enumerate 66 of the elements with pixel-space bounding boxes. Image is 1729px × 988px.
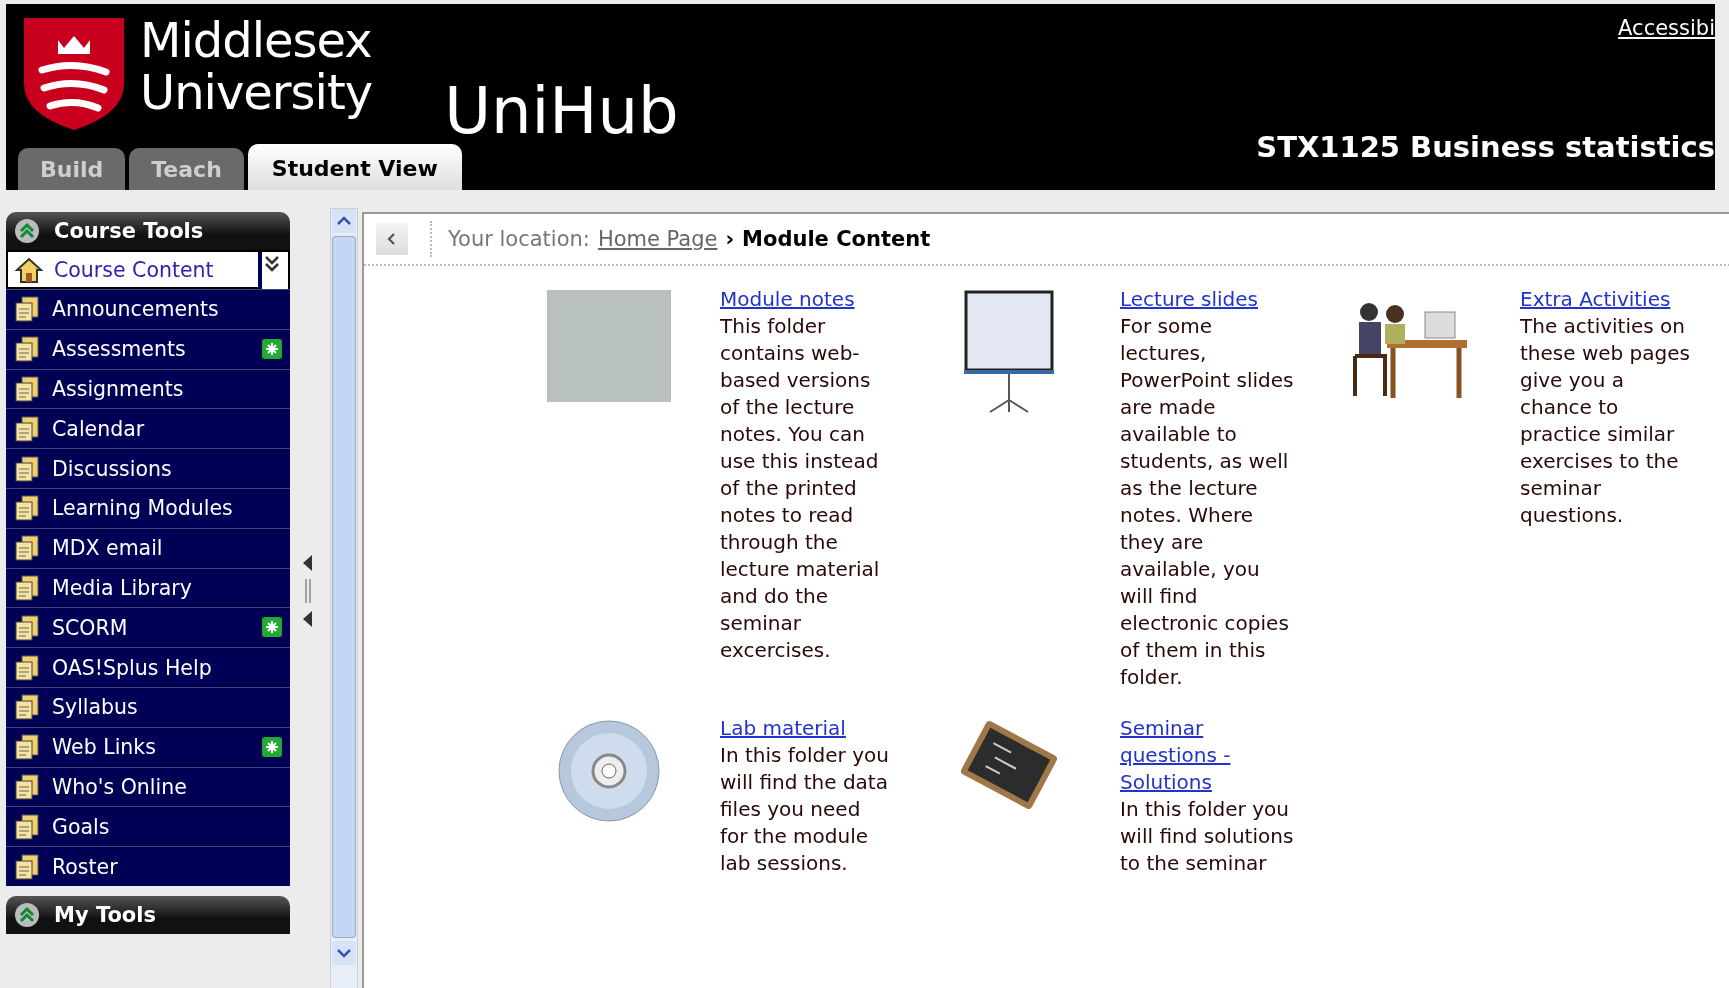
folder-description: This folder contains web-based versions of the lecture notes. You can use this instead of the printed notes to read through the lecture material and do the seminar excercises.	[720, 313, 881, 664]
scrollbar[interactable]	[330, 208, 358, 988]
folder-description: In this folder you will find solutions to the seminar	[1120, 796, 1294, 877]
panel-title: Course Tools	[54, 219, 204, 243]
folder-link[interactable]: Extra Activities	[1520, 286, 1694, 313]
menu-item[interactable]: Goals	[6, 806, 290, 847]
document-icon	[12, 454, 42, 483]
scroll-up-icon[interactable]	[332, 209, 356, 233]
document-icon	[12, 335, 42, 364]
product-name: UniHub	[444, 76, 679, 146]
menu-item[interactable]: OAS!Splus Help	[6, 647, 290, 687]
folder-description: In this folder you will find the data files you need for the module lab sessions.	[720, 742, 890, 877]
document-icon	[12, 693, 42, 722]
menu-item[interactable]: Discussions	[6, 448, 290, 488]
menu-item[interactable]: SCORM	[6, 607, 290, 648]
collapse-icon	[14, 218, 40, 244]
document-icon	[12, 852, 42, 881]
scroll-down-icon[interactable]	[332, 941, 356, 965]
menu-item[interactable]: Assignments	[6, 368, 290, 409]
menu-item[interactable]: Assessments	[6, 328, 290, 369]
menu-item[interactable]: Web Links	[6, 726, 290, 767]
back-button[interactable]	[376, 223, 408, 255]
folder-description: For some lectures, PowerPoint slides are made available to students, as well as the lecture notes. Where they are available, you will find electronic copies of them in this folder.	[1120, 313, 1294, 691]
menu-item[interactable]: Syllabus	[6, 686, 290, 727]
breadcrumb-current: Module Content	[742, 227, 931, 251]
breadcrumb-separator: ›	[725, 227, 735, 251]
projector-screen-icon	[962, 290, 1056, 414]
house-icon	[14, 255, 44, 284]
document-icon	[12, 733, 42, 762]
breadcrumb-link[interactable]: Home Page	[597, 227, 718, 251]
panel-header[interactable]: My Tools	[6, 895, 290, 934]
breadcrumb-label: Your location:	[448, 227, 590, 251]
menu-item[interactable]: Who's Online	[6, 766, 290, 807]
menu-item[interactable]: Learning Modules	[6, 488, 290, 528]
folder-link[interactable]: Lab material	[720, 715, 894, 742]
accessibility-link[interactable]: Accessibi	[1618, 16, 1715, 40]
disc-icon	[557, 719, 661, 823]
folder-link[interactable]: Lecture slides	[1120, 286, 1294, 313]
folder-description: The activities on these web pages give you a chance to practice similar exercises to the seminar questions.	[1520, 313, 1691, 529]
expand-button[interactable]	[258, 252, 288, 289]
document-icon	[12, 295, 42, 324]
menu-item[interactable]: MDX email	[6, 527, 290, 568]
document-icon	[12, 494, 42, 523]
menu-item[interactable]: Course Content	[6, 250, 290, 289]
folder-link[interactable]: Module notes	[720, 286, 894, 313]
chevron-left-icon	[386, 232, 398, 246]
university-name: University	[140, 66, 373, 118]
course-title: STX1125 Business statistics	[1256, 130, 1715, 164]
menu-item[interactable]: Calendar	[6, 408, 290, 449]
document-icon	[12, 812, 42, 841]
menu-item[interactable]: Roster	[6, 846, 290, 886]
document-icon	[12, 653, 42, 682]
document-icon	[12, 375, 42, 403]
document-icon	[12, 534, 42, 563]
folder-link[interactable]: Seminar questions - Solutions	[1120, 715, 1294, 796]
panel-title: My Tools	[54, 902, 156, 927]
document-icon	[12, 613, 42, 642]
collapse-icon	[14, 901, 40, 928]
tab[interactable]: Student View	[247, 144, 462, 190]
document-icon	[12, 573, 42, 602]
document-icon	[12, 414, 42, 443]
menu-item[interactable]: Media Library	[6, 567, 290, 608]
university-name: Middlesex	[140, 14, 373, 66]
menu-item[interactable]: Announcements	[6, 289, 290, 329]
panel-header[interactable]: Course Tools	[6, 212, 290, 250]
document-icon	[12, 772, 42, 801]
